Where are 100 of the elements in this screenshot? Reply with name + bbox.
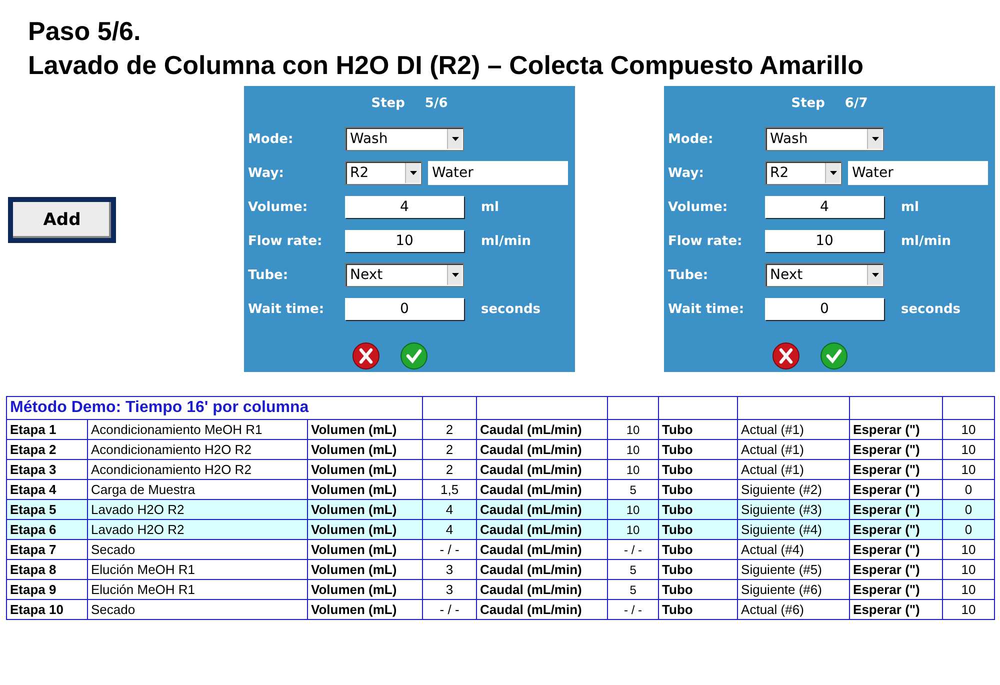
caret-icon xyxy=(410,171,416,175)
table-cell: Volumen (mL) xyxy=(308,520,423,540)
text-field[interactable]: Water xyxy=(428,161,568,185)
dialog-title: Step xyxy=(371,96,405,110)
table-cell: Siguiente (#3) xyxy=(738,500,850,520)
caret-icon xyxy=(872,137,878,141)
table-cell: 10 xyxy=(608,440,659,460)
table-cell: - / - xyxy=(608,540,659,560)
table-cell: 10 xyxy=(608,460,659,480)
table-cell: Esperar (") xyxy=(850,560,943,580)
field-label: Flow rate: xyxy=(248,234,324,248)
number-field[interactable]: 10 xyxy=(765,230,884,252)
table-cell: Tubo xyxy=(658,420,738,440)
table-cell: Etapa 5 xyxy=(6,500,88,520)
table-cell: Etapa 10 xyxy=(6,600,88,620)
table-cell: Actual (#1) xyxy=(738,440,850,460)
table-cell: 5 xyxy=(608,580,659,600)
field-label: Tube: xyxy=(668,268,710,282)
step-counter: 5/6 xyxy=(424,96,448,110)
table-cell: Actual (#6) xyxy=(738,600,850,620)
table-cell: Tubo xyxy=(658,520,738,540)
table-cell: Elución MeOH R1 xyxy=(88,580,308,600)
table-cell: Volumen (mL) xyxy=(308,580,423,600)
number-field[interactable]: 4 xyxy=(345,196,464,218)
unit-label: ml/min xyxy=(481,234,532,248)
caret-icon xyxy=(452,137,458,141)
unit-label: seconds xyxy=(901,302,960,316)
table-cell: Secado xyxy=(88,600,308,620)
dropdown[interactable]: R2 xyxy=(765,161,842,185)
table-cell: Actual (#1) xyxy=(738,460,850,480)
table-cell: - / - xyxy=(422,600,477,620)
number-field[interactable]: 10 xyxy=(345,230,464,252)
dropdown[interactable]: R2 xyxy=(345,161,422,185)
dropdown[interactable]: Next xyxy=(765,263,884,287)
caret-icon xyxy=(830,171,836,175)
table-cell: Caudal (mL/min) xyxy=(476,560,608,580)
unit-label: ml/min xyxy=(901,234,952,248)
dropdown[interactable]: Wash xyxy=(765,127,884,151)
table-cell: Esperar (") xyxy=(850,600,943,620)
add-button[interactable]: Add xyxy=(8,196,116,242)
cancel-icon[interactable] xyxy=(352,342,380,370)
table-cell: 10 xyxy=(608,420,659,440)
table-cell: Etapa 8 xyxy=(6,560,88,580)
dropdown[interactable]: Next xyxy=(345,263,464,287)
table-cell: 0 xyxy=(942,520,995,540)
table-cell: 10 xyxy=(942,560,995,580)
field-label: Way: xyxy=(668,166,705,180)
table-cell: Actual (#4) xyxy=(738,540,850,560)
table-cell: 0 xyxy=(942,500,995,520)
text-field[interactable]: Water xyxy=(848,161,988,185)
slide-title: Paso 5/6. xyxy=(28,15,142,48)
table-cell: Esperar (") xyxy=(850,420,943,440)
table-cell: Esperar (") xyxy=(850,460,943,480)
table-cell: Etapa 3 xyxy=(6,460,88,480)
table-cell: Siguiente (#4) xyxy=(738,520,850,540)
table-cell: Acondicionamiento MeOH R1 xyxy=(88,420,308,440)
table-cell: Caudal (mL/min) xyxy=(476,420,608,440)
table-cell: Volumen (mL) xyxy=(308,460,423,480)
confirm-icon[interactable] xyxy=(400,342,428,370)
table-cell: Volumen (mL) xyxy=(308,560,423,580)
table-cell: Acondicionamiento H2O R2 xyxy=(88,460,308,480)
table-cell: Caudal (mL/min) xyxy=(476,460,608,480)
table-cell: Esperar (") xyxy=(850,500,943,520)
table-cell: Tubo xyxy=(658,580,738,600)
cancel-icon[interactable] xyxy=(772,342,800,370)
table-cell: Tubo xyxy=(658,440,738,460)
table-cell: Caudal (mL/min) xyxy=(476,540,608,560)
table-cell: Caudal (mL/min) xyxy=(476,440,608,460)
table-cell: Lavado H2O R2 xyxy=(88,500,308,520)
field-label: Way: xyxy=(248,166,285,180)
confirm-icon[interactable] xyxy=(820,342,848,370)
field-label: Tube: xyxy=(248,268,290,282)
number-field[interactable]: 4 xyxy=(765,196,884,218)
table-cell: 10 xyxy=(608,500,659,520)
table-cell: 3 xyxy=(422,560,477,580)
table-cell: Elución MeOH R1 xyxy=(88,560,308,580)
table-cell: 10 xyxy=(942,600,995,620)
table-cell: Caudal (mL/min) xyxy=(476,520,608,540)
table-cell: Tubo xyxy=(658,500,738,520)
table-cell: - / - xyxy=(608,600,659,620)
table-cell: Etapa 1 xyxy=(6,420,88,440)
table-cell: Volumen (mL) xyxy=(308,540,423,560)
table-cell: Tubo xyxy=(658,560,738,580)
caret-icon xyxy=(872,273,878,277)
dialog-title: Step xyxy=(791,96,825,110)
table-cell: Caudal (mL/min) xyxy=(476,500,608,520)
table-cell: Tubo xyxy=(658,540,738,560)
field-label: Wait time: xyxy=(248,302,326,316)
table-cell: 4 xyxy=(422,500,477,520)
table-cell: 10 xyxy=(942,440,995,460)
table-cell: Esperar (") xyxy=(850,440,943,460)
dropdown[interactable]: Wash xyxy=(345,127,464,151)
number-field[interactable]: 0 xyxy=(765,298,884,320)
table-cell: Volumen (mL) xyxy=(308,600,423,620)
table-cell: 10 xyxy=(942,420,995,440)
table-cell: Etapa 7 xyxy=(6,540,88,560)
table-cell: 10 xyxy=(608,520,659,540)
table-cell: 10 xyxy=(942,460,995,480)
number-field[interactable]: 0 xyxy=(345,298,464,320)
table-cell: Esperar (") xyxy=(850,540,943,560)
